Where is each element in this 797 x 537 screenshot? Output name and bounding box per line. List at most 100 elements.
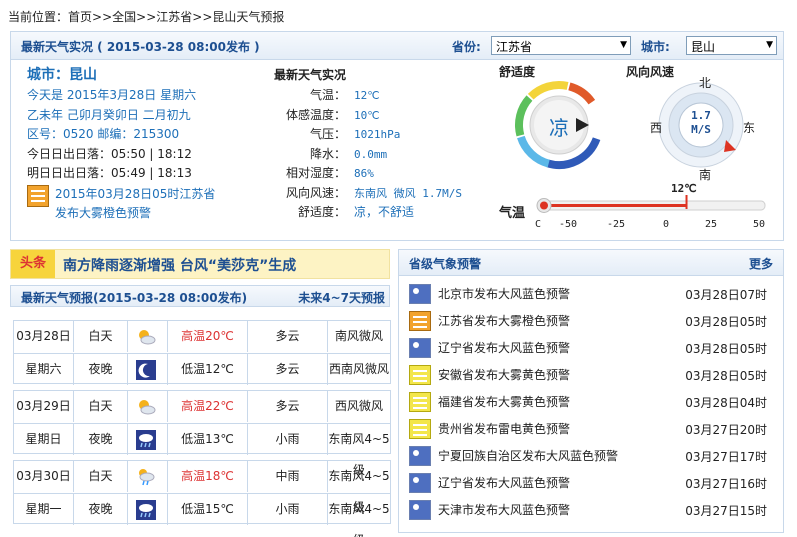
forecast-period: 白天 <box>74 321 128 352</box>
forecast-wind: 西风微风 <box>334 399 383 413</box>
forecast-weather: 小雨 <box>248 494 328 525</box>
forecast-more-link[interactable]: 未来4~7天预报 <box>298 289 385 306</box>
forecast-temp: 低温15℃ <box>168 494 248 525</box>
breadcrumb-country-link[interactable]: 全国 <box>112 10 136 24</box>
forecast-night-row: 星期六 夜晚 低温12℃ 多云 西南风微风 <box>14 353 390 385</box>
temp-tick: -50 <box>559 219 578 230</box>
temp-title: 气温 <box>499 206 526 221</box>
detail-key: 舒适度： <box>297 205 346 219</box>
forecast-weather: 多云 <box>248 354 328 385</box>
alert-time: 03月28日07时 <box>685 288 767 302</box>
forecast-period: 夜晚 <box>74 494 128 525</box>
alert-item[interactable]: 天津市发布大风蓝色预警 03月27日15时 <box>409 496 779 523</box>
forecast-temp: 高温20℃ <box>168 321 248 352</box>
wind-speed-value: 1.7 <box>691 109 711 122</box>
alert-item[interactable]: 安徽省发布大雾黄色预警 03月28日05时 <box>409 361 779 388</box>
blue-warning-icon <box>409 283 431 304</box>
forecast-weather: 多云 <box>248 321 328 352</box>
detail-key: 气温： <box>309 88 346 102</box>
forecast-wind: 南风微风 <box>334 329 383 343</box>
breadcrumb-sep: >> <box>192 10 213 24</box>
alerts-more-link[interactable]: 更多 <box>749 255 773 272</box>
forecast-day: 03月30日 白天 高温18℃ 中雨 东南风4~5级 星期一 夜晚 低温15℃ 小雨 东南风4~5… <box>13 460 391 537</box>
forecast-date: 03月30日 <box>14 461 74 492</box>
detail-row: 风向风速： 东南风 微风 1.7M/S <box>264 184 464 204</box>
alert-item[interactable]: 宁夏回族自治区发布大风蓝色预警 03月27日17时 <box>409 442 779 469</box>
compass-south: 南 <box>699 168 712 182</box>
forecast-date: 03月28日 <box>14 321 74 352</box>
detail-key: 降水： <box>309 146 346 161</box>
detail-row: 降水： 0.0mm <box>264 145 464 165</box>
detail-value: 0.0mm <box>354 147 388 161</box>
breadcrumb: 当前位置：首页>>全国>>江苏省>>昆山天气预报 <box>8 8 284 25</box>
detail-key: 风向风速： <box>285 185 346 200</box>
compass-east: 东 <box>743 121 756 135</box>
forecast-weekday: 星期一 <box>14 494 74 525</box>
detail-value: 12℃ <box>354 89 380 102</box>
wind-speed-unit: M/S <box>691 123 711 136</box>
forecast-wind: 西南风微风 <box>328 362 389 376</box>
alert-item[interactable]: 北京市发布大风蓝色预警 03月28日07时 <box>409 280 779 307</box>
city-warning[interactable]: 2015年03月28日05时江苏省发布大雾橙色预警 <box>27 184 267 223</box>
forecast-title: 最新天气预报(2015-03-28 08:00发布) <box>21 291 248 305</box>
headline-news[interactable]: 头条 南方降雨逐渐增强 台风“美莎克”生成 <box>10 249 390 279</box>
blue-warning-icon <box>409 337 431 358</box>
detail-row: 体感温度： 10℃ <box>264 106 464 126</box>
fog-warning-icon <box>27 184 49 207</box>
alert-item[interactable]: 江苏省发布大雾橙色预警 03月28日05时 <box>409 307 779 334</box>
breadcrumb-home-link[interactable]: 首页 <box>68 10 92 24</box>
forecast-period: 白天 <box>74 391 128 422</box>
forecast-temp: 低温12℃ <box>168 354 248 385</box>
forecast-day-row: 03月28日 白天 高温20℃ 多云 南风微风 <box>14 321 390 352</box>
alert-time: 03月27日16时 <box>685 477 767 491</box>
alert-item[interactable]: 福建省发布大雾黄色预警 03月28日04时 <box>409 388 779 415</box>
forecast-wind: 东南风4~5级 <box>328 469 390 514</box>
forecast-date: 03月29日 <box>14 391 74 422</box>
city-name: 城市：昆山 <box>27 67 97 83</box>
detail-value: 86% <box>354 167 374 180</box>
chevron-down-icon: ▼ <box>620 40 627 50</box>
temp-thermometer <box>536 195 766 213</box>
city-select-value: 昆山 <box>691 40 716 54</box>
forecast-temp: 高温18℃ <box>168 461 248 492</box>
detail-row: 相对湿度： 86% <box>264 164 464 184</box>
yellow-warning-icon <box>409 364 431 385</box>
blue-warning-icon <box>409 445 431 466</box>
forecast-day-row: 03月30日 白天 高温18℃ 中雨 东南风4~5级 <box>14 461 390 514</box>
city-select[interactable]: 昆山 ▼ <box>686 36 777 55</box>
moon-icon <box>128 354 168 385</box>
detail-value: 10℃ <box>354 108 380 122</box>
cloudy-sun-icon <box>128 321 168 352</box>
detail-row: 舒适度： 凉，不舒适 <box>264 203 464 223</box>
detail-key: 气压： <box>309 127 346 141</box>
breadcrumb-province-link[interactable]: 江苏省 <box>156 10 192 24</box>
breadcrumb-sep: >> <box>136 10 157 24</box>
forecast-day: 03月29日 白天 高温22℃ 多云 西风微风 星期日 夜晚 低温13℃ 小雨 东南风4~5级 <box>13 390 391 477</box>
comfort-title: 舒适度 <box>499 65 536 79</box>
forecast-wind: 东南风4~5级 <box>328 432 390 477</box>
forecast-panel: 最新天气预报(2015-03-28 08:00发布) 未来4~7天预报 03月2… <box>10 285 391 537</box>
breadcrumb-current: 昆山天气预报 <box>212 10 285 24</box>
live-title: 最新天气实况 ( 2015-03-28 08:00发布 ) <box>21 40 260 54</box>
headline-text[interactable]: 南方降雨逐渐增强 台风“美莎克”生成 <box>63 255 296 275</box>
detail-row: 气温： 12℃ <box>264 86 464 106</box>
province-select[interactable]: 江苏省 ▼ <box>491 36 631 55</box>
forecast-period: 夜晚 <box>74 354 128 385</box>
orange-warning-icon <box>409 310 431 331</box>
province-alerts-panel: 省级气象预警 更多 北京市发布大风蓝色预警 03月28日07时 江苏省发布大雾橙色预… <box>398 249 784 533</box>
rain-icon <box>128 494 168 525</box>
comfort-value: 凉 <box>549 116 569 140</box>
detail-key: 体感温度： <box>285 107 346 122</box>
yellow-warning-icon <box>409 418 431 439</box>
forecast-temp: 低温13℃ <box>168 424 248 455</box>
alert-time: 03月27日15时 <box>685 504 767 518</box>
alert-item[interactable]: 贵州省发布雷电黄色预警 03月27日20时 <box>409 415 779 442</box>
wind-speed: 1.7 M/S <box>686 109 716 137</box>
temp-tick: C <box>535 219 542 230</box>
alert-item[interactable]: 辽宁省发布大风蓝色预警 03月27日16时 <box>409 469 779 496</box>
forecast-weekday: 星期日 <box>14 424 74 455</box>
alert-item[interactable]: 辽宁省发布大风蓝色预警 03月28日05时 <box>409 334 779 361</box>
live-weather-panel: 最新天气实况 ( 2015-03-28 08:00发布 ) 省份: 江苏省 ▼ 城… <box>10 31 784 241</box>
compass-north: 北 <box>699 76 712 90</box>
forecast-temp: 高温22℃ <box>168 391 248 422</box>
